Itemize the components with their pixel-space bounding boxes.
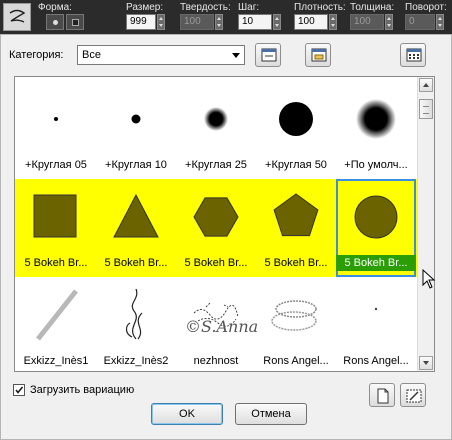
edit-brush-icon	[406, 389, 422, 403]
brush-preset-icon[interactable]	[3, 3, 31, 31]
size-field[interactable]: 999	[126, 14, 156, 30]
brush-options-toolbar: Форма: Размер: 999 Твердость: 100 Шаг: 1…	[0, 0, 452, 34]
brush-item[interactable]: +По умолч...	[336, 81, 416, 179]
brush-item[interactable]: 5 Bokeh Br...	[96, 179, 176, 277]
brush-thumbnail	[113, 193, 159, 238]
brush-caption: +Круглая 50	[265, 159, 327, 171]
edit-brush-button[interactable]	[400, 383, 426, 407]
folder-button[interactable]	[305, 43, 331, 67]
square-shape-button[interactable]	[66, 14, 84, 30]
brush-thumbnail	[354, 195, 398, 239]
brush-thumbnail	[36, 289, 78, 341]
brush-caption: +Круглая 10	[105, 159, 167, 171]
rotation-label: Поворот:	[405, 2, 447, 13]
brush-preview-button[interactable]	[255, 43, 281, 67]
brush-item[interactable]: Rons Angel...	[256, 277, 336, 371]
square-shape-icon	[72, 19, 79, 26]
brush-item[interactable]: 5 Bokeh Br...	[16, 179, 96, 277]
ok-button[interactable]: OK	[151, 403, 223, 425]
thickness-label: Толщина:	[350, 2, 395, 13]
scroll-down-button[interactable]	[419, 356, 433, 370]
checkmark-icon	[15, 386, 24, 394]
brush-preview-icon	[261, 48, 277, 62]
chevron-down-icon	[232, 53, 240, 58]
step-label: Шаг:	[238, 2, 260, 13]
folder-icon	[311, 48, 327, 62]
brush-caption: Rons Angel...	[343, 355, 409, 367]
brush-thumbnail	[271, 300, 317, 331]
category-label: Категория:	[9, 49, 64, 61]
step-spinner[interactable]	[273, 14, 281, 30]
hardness-field[interactable]: 100	[180, 14, 214, 30]
brush-item[interactable]: +Круглая 50	[256, 81, 336, 179]
brush-item[interactable]: Rons Angel...	[336, 277, 416, 371]
rotation-spinner[interactable]	[436, 14, 444, 30]
brush-caption: +По умолч...	[344, 159, 408, 171]
hardness-spinner[interactable]	[215, 14, 223, 30]
brush-caption: +Круглая 05	[25, 159, 87, 171]
load-variation-label: Загрузить вариацию	[30, 384, 135, 396]
category-select[interactable]: Все	[77, 45, 245, 65]
brush-item[interactable]: Exkizz_Inès2	[96, 277, 176, 371]
brush-thumbnail	[356, 99, 396, 139]
brush-caption: 5 Bokeh Br...	[24, 257, 88, 269]
brush-thumbnail	[193, 302, 239, 327]
brush-caption: 5 Bokeh Br...	[336, 255, 416, 271]
size-spinner[interactable]	[157, 14, 165, 30]
vertical-scrollbar[interactable]	[417, 77, 434, 371]
grid-view-icon	[406, 48, 422, 62]
round-shape-icon	[53, 20, 58, 25]
density-field[interactable]: 100	[294, 14, 328, 30]
brush-thumbnail	[193, 197, 239, 237]
brush-item[interactable]: +Круглая 05	[16, 81, 96, 179]
watermark: ©S.Anna	[185, 317, 259, 336]
size-label: Размер:	[126, 2, 164, 13]
hardness-label: Твердость:	[180, 2, 231, 13]
brush-item[interactable]: 5 Bokeh Br...	[256, 179, 336, 277]
thickness-field[interactable]: 100	[350, 14, 384, 30]
brush-caption: 5 Bokeh Br...	[264, 257, 328, 269]
brush-thumbnail	[54, 117, 58, 121]
brush-thumbnail	[374, 307, 378, 311]
grid-view-button[interactable]	[400, 43, 426, 67]
brush-list[interactable]: +Круглая 05 +Круглая 10 +Круглая 25 +Кругла…	[14, 76, 435, 372]
brush-thumbnail	[131, 114, 141, 124]
brush-caption: Rons Angel...	[263, 355, 329, 367]
brush-item[interactable]: +Круглая 10	[96, 81, 176, 179]
load-variation-checkbox[interactable]	[13, 384, 25, 396]
brush-thumbnail	[33, 194, 77, 238]
brush-caption: 5 Bokeh Br...	[104, 257, 168, 269]
cancel-button[interactable]: Отмена	[235, 403, 307, 425]
mouse-pointer-icon	[422, 268, 436, 292]
rotation-field[interactable]: 0	[405, 14, 435, 30]
brush-item[interactable]: 5 Bokeh Br...	[336, 179, 416, 277]
scroll-up-button[interactable]	[419, 78, 433, 92]
brush-caption: Exkizz_Inès1	[23, 355, 89, 367]
brush-thumbnail	[125, 288, 143, 340]
shape-label: Форма:	[38, 2, 72, 13]
round-shape-button[interactable]	[46, 14, 64, 30]
brush-caption: Exkizz_Inès2	[103, 355, 169, 367]
brush-caption: nezhnost	[193, 355, 239, 367]
new-brush-button[interactable]	[369, 383, 395, 407]
brush-picker-dialog: Категория: Все +Круглая 05 +Круглая 10 +Кр…	[0, 34, 452, 440]
brush-item[interactable]: +Круглая 25	[176, 81, 256, 179]
new-document-icon	[377, 388, 389, 404]
brush-caption: +Круглая 25	[185, 159, 247, 171]
step-field[interactable]: 10	[238, 14, 272, 30]
brush-thumbnail	[204, 107, 228, 131]
brush-thumbnail	[279, 102, 313, 136]
scroll-thumb[interactable]	[419, 99, 433, 119]
brush-item[interactable]: Exkizz_Inès1	[16, 277, 96, 371]
density-spinner[interactable]	[329, 14, 337, 30]
density-label: Плотность:	[294, 2, 346, 13]
thickness-spinner[interactable]	[385, 14, 393, 30]
brush-item[interactable]: 5 Bokeh Br...	[176, 179, 256, 277]
brush-caption: 5 Bokeh Br...	[184, 257, 248, 269]
category-value: Все	[82, 49, 101, 61]
brush-thumbnail	[273, 193, 319, 237]
